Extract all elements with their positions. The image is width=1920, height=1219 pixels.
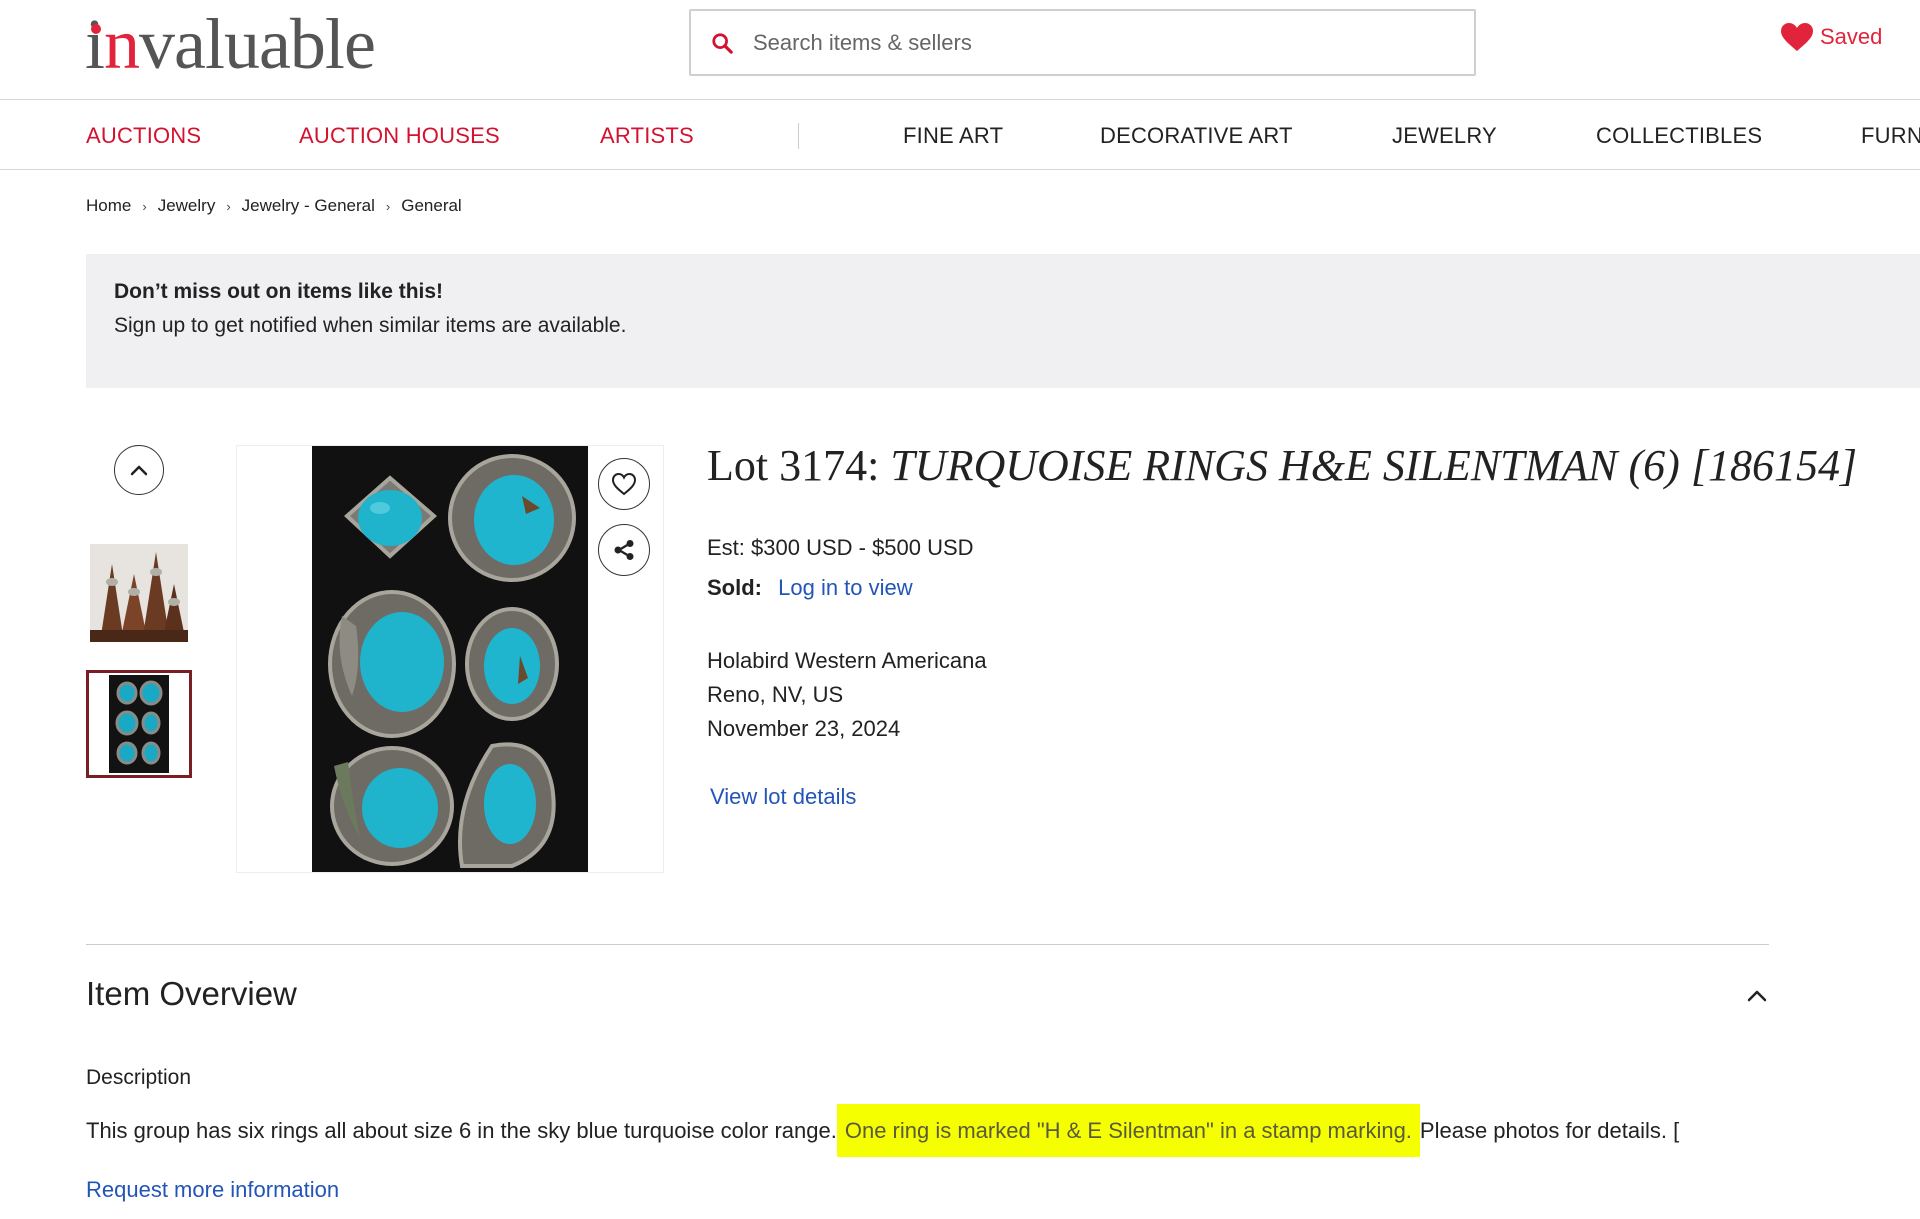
main-nav: AUCTIONS AUCTION HOUSES ARTISTS FINE ART…: [0, 101, 1920, 170]
site-header: invaluable Saved: [0, 0, 1920, 100]
nav-furniture[interactable]: FURN: [1861, 123, 1920, 149]
breadcrumb-general[interactable]: General: [401, 196, 461, 216]
auction-info: Holabird Western Americana Reno, NV, US …: [707, 644, 987, 746]
breadcrumb-jewelry-general[interactable]: Jewelry - General: [242, 196, 375, 216]
saved-link[interactable]: Saved: [1780, 22, 1882, 52]
sold-label: Sold:: [707, 575, 762, 600]
lot-number: Lot 3174:: [707, 441, 880, 490]
description-part-1: This group has six rings all about size …: [86, 1118, 837, 1143]
lot-name: TURQUOISE RINGS H&E SILENTMAN (6) [18615…: [890, 441, 1858, 490]
nav-artists[interactable]: ARTISTS: [600, 123, 694, 149]
thumbnail-1[interactable]: [90, 544, 188, 642]
breadcrumb: Home › Jewelry › Jewelry - General › Gen…: [86, 196, 462, 216]
rings-display-thumbnail: [90, 544, 188, 642]
thumbnail-scroll-up-button[interactable]: [114, 445, 164, 495]
section-divider: [86, 944, 1769, 945]
login-to-view-link[interactable]: Log in to view: [778, 575, 913, 600]
thumbnail-2-selected[interactable]: [86, 670, 192, 778]
auction-location: Reno, NV, US: [707, 682, 844, 707]
chevron-up-icon[interactable]: [1745, 986, 1769, 1006]
banner-title: Don’t miss out on items like this!: [114, 280, 444, 303]
chevron-right-icon: ›: [142, 198, 147, 214]
turquoise-rings-photo: [312, 446, 588, 872]
description-highlight: One ring is marked "H & E Silentman" in …: [836, 1104, 1420, 1157]
share-button[interactable]: [598, 524, 650, 576]
heart-icon: [1781, 23, 1813, 51]
sold-row: Sold: Log in to view: [707, 575, 913, 601]
heart-outline-icon: [611, 472, 637, 496]
logo-text: invaluable: [85, 4, 376, 84]
search-bar[interactable]: [689, 9, 1476, 76]
turquoise-rings-thumbnail: [91, 675, 187, 773]
banner-subtitle: Sign up to get notified when similar ite…: [114, 314, 627, 337]
auction-house-name[interactable]: Holabird Western Americana: [707, 644, 987, 678]
chevron-right-icon: ›: [385, 198, 391, 214]
item-overview-title[interactable]: Item Overview: [86, 975, 297, 1013]
lot-title: Lot 3174: TURQUOISE RINGS H&E SILENTMAN …: [707, 440, 1857, 491]
nav-fine-art[interactable]: FINE ART: [903, 123, 1003, 149]
chevron-right-icon: ›: [226, 198, 231, 214]
description-text: This group has six rings all about size …: [86, 1102, 1679, 1160]
logo-letter-n: n: [104, 4, 140, 84]
nav-jewelry[interactable]: JEWELRY: [1392, 123, 1497, 149]
favorite-button[interactable]: [598, 458, 650, 510]
invaluable-logo[interactable]: invaluable: [85, 2, 376, 86]
logo-rest: valuable: [139, 4, 376, 84]
description-label: Description: [86, 1066, 192, 1089]
nav-collectibles[interactable]: COLLECTIBLES: [1596, 123, 1762, 149]
main-lot-image[interactable]: [312, 446, 588, 872]
nav-auction-houses[interactable]: AUCTION HOUSES: [299, 123, 500, 149]
breadcrumb-jewelry[interactable]: Jewelry: [158, 196, 216, 216]
search-input[interactable]: [753, 29, 1393, 56]
logo-letter-i: i: [85, 4, 105, 84]
breadcrumb-home[interactable]: Home: [86, 196, 131, 216]
nav-auctions[interactable]: AUCTIONS: [86, 123, 201, 149]
chevron-up-icon: [130, 465, 148, 476]
saved-label: Saved: [1820, 24, 1883, 49]
nav-decorative-art[interactable]: DECORATIVE ART: [1100, 123, 1293, 149]
request-more-info-link[interactable]: Request more information: [86, 1177, 339, 1203]
auction-date: November 23, 2024: [707, 716, 901, 741]
estimate: Est: $300 USD - $500 USD: [707, 535, 974, 560]
description-part-2: Please photos for details. [: [1419, 1118, 1680, 1143]
share-icon: [614, 540, 634, 560]
view-lot-details-link[interactable]: View lot details: [710, 784, 856, 810]
search-icon[interactable]: [711, 32, 733, 54]
nav-divider: [798, 123, 799, 149]
notify-banner[interactable]: Don’t miss out on items like this! Sign …: [86, 254, 1920, 388]
